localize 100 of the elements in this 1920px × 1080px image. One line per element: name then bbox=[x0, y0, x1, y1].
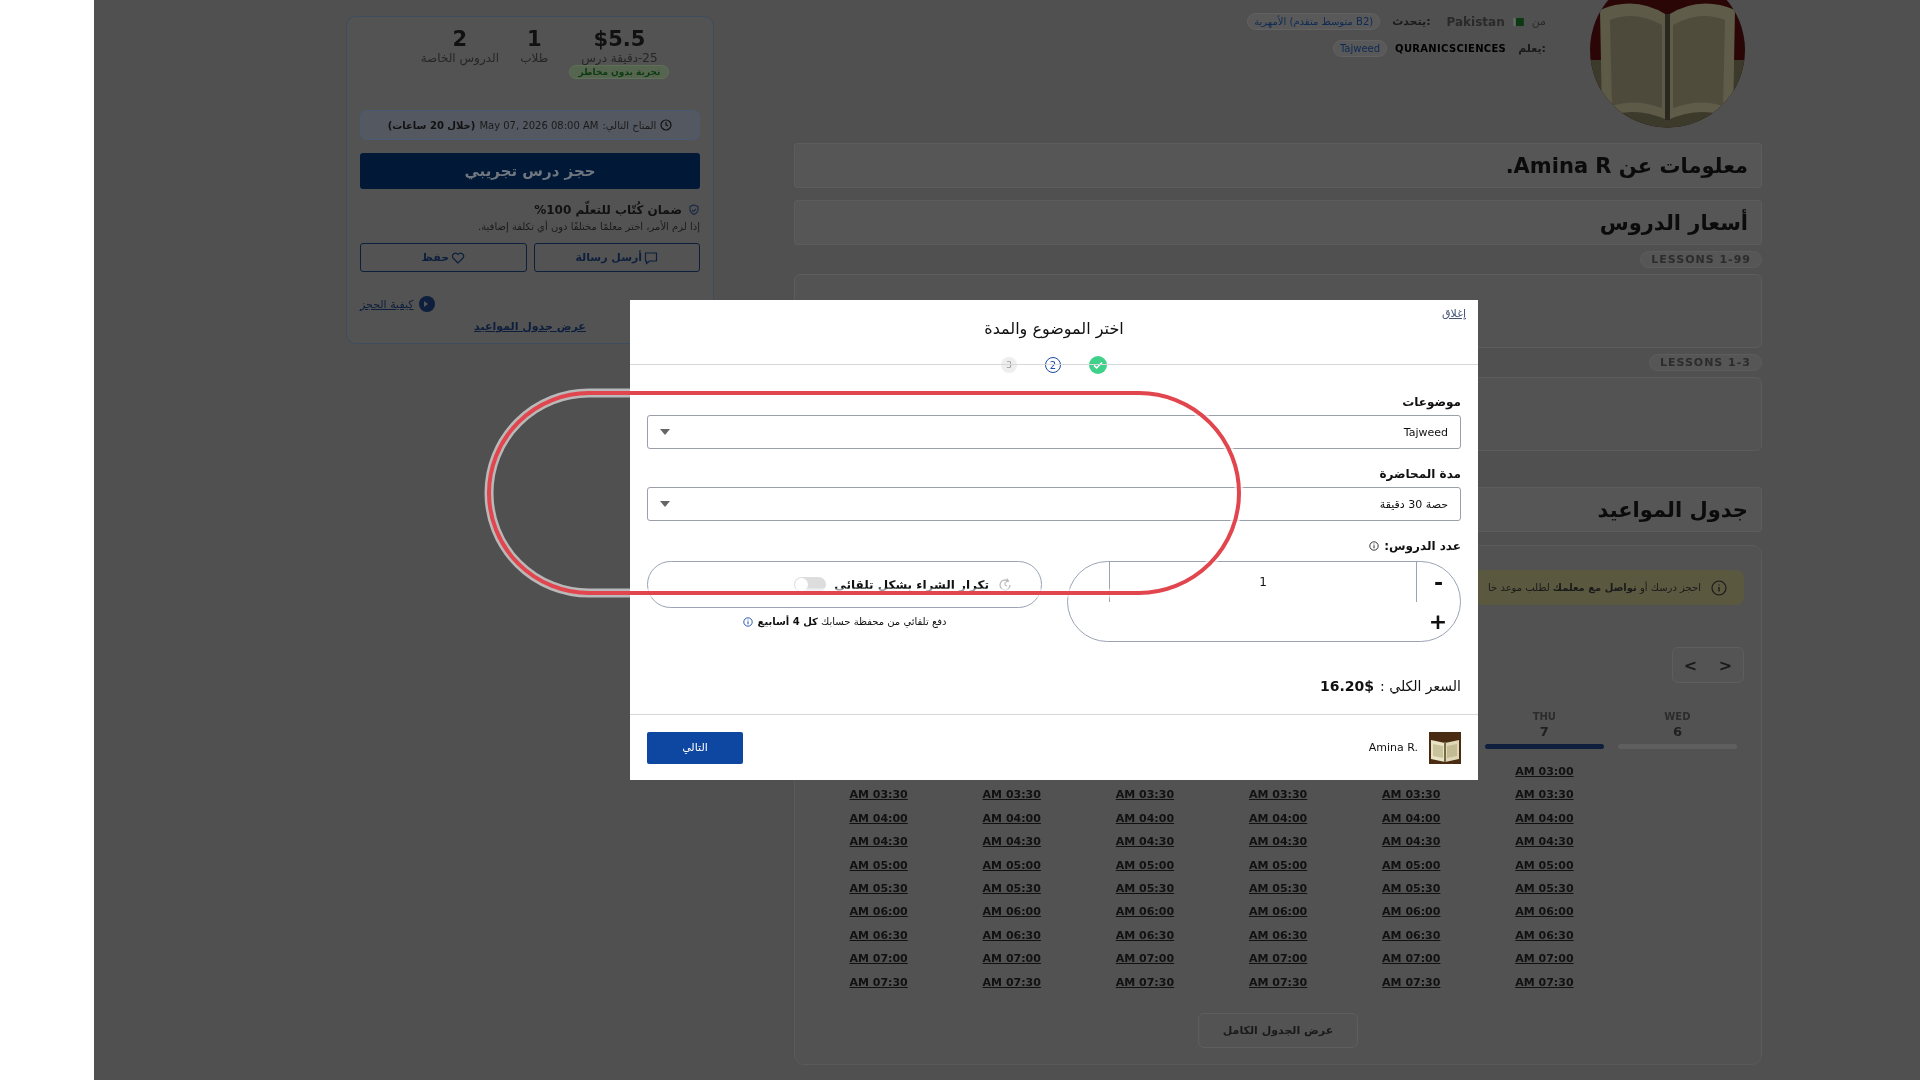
view-schedule-link[interactable]: عرض جدول المواعيد bbox=[474, 320, 586, 333]
time-slot-link[interactable]: AM 05:00 bbox=[982, 856, 1041, 875]
flag-icon bbox=[1512, 17, 1524, 26]
next-slot-time: May 07, 2026 08:00 AM bbox=[479, 119, 599, 131]
time-slot-link[interactable]: AM 06:00 bbox=[1515, 903, 1574, 922]
time-slot-link[interactable]: AM 05:30 bbox=[1248, 879, 1308, 899]
time-slot-link[interactable]: AM 04:30 bbox=[982, 833, 1041, 852]
time-slot-link[interactable]: AM 07:00 bbox=[982, 950, 1041, 969]
book-trial-button[interactable]: حجز درس تجريبي bbox=[360, 153, 700, 189]
time-slot-link[interactable]: AM 04:00 bbox=[1248, 809, 1308, 829]
time-slot-link[interactable]: AM 07:00 bbox=[1515, 950, 1574, 969]
time-slot-link[interactable]: AM 07:30 bbox=[849, 973, 908, 992]
language-tag: الأمهرية (متوسط متقدم B2) bbox=[1247, 13, 1381, 30]
time-slot-link[interactable]: AM 05:00 bbox=[849, 856, 908, 875]
duration-select[interactable]: حصة 30 دقيقة bbox=[647, 487, 1461, 521]
time-slot-link[interactable]: AM 05:30 bbox=[1382, 879, 1441, 899]
lesson-count-field[interactable]: 1 bbox=[1109, 562, 1416, 602]
stat-value: 1 bbox=[526, 27, 542, 51]
send-message-button[interactable]: أرسل رسالة bbox=[533, 243, 700, 272]
time-slot-link[interactable]: AM 06:00 bbox=[1382, 903, 1441, 922]
time-slot-link[interactable]: AM 06:00 bbox=[982, 903, 1041, 922]
time-slot-link[interactable]: AM 05:30 bbox=[1515, 879, 1574, 899]
time-slot-link[interactable]: AM 04:00 bbox=[982, 809, 1041, 829]
time-slot-link[interactable]: AM 03:00 bbox=[1515, 763, 1574, 782]
info-icon bbox=[1369, 541, 1380, 551]
time-slot-link[interactable]: AM 06:30 bbox=[1115, 926, 1175, 946]
time-slot-link[interactable]: AM 05:30 bbox=[982, 879, 1041, 899]
close-link[interactable]: إغلاق bbox=[1442, 307, 1466, 320]
time-slot-link[interactable]: AM 05:30 bbox=[1115, 879, 1175, 899]
time-slot-link[interactable]: AM 03:30 bbox=[849, 786, 908, 805]
time-slot-link[interactable]: AM 03:30 bbox=[1115, 786, 1175, 805]
info-icon bbox=[1711, 579, 1727, 596]
play-help-icon bbox=[418, 296, 435, 312]
time-slot-link[interactable]: AM 05:00 bbox=[1382, 856, 1441, 875]
week-nav-button[interactable]: > bbox=[1708, 648, 1743, 682]
time-slot-link[interactable]: AM 07:30 bbox=[1382, 973, 1441, 992]
time-slot-link[interactable]: AM 05:00 bbox=[1515, 856, 1574, 875]
time-slot-link[interactable]: AM 04:30 bbox=[1248, 833, 1308, 852]
time-slot-link[interactable]: AM 06:00 bbox=[1115, 903, 1175, 922]
time-slot-link[interactable]: AM 07:30 bbox=[1248, 973, 1308, 992]
time-slot-link[interactable]: AM 05:00 bbox=[1115, 856, 1175, 875]
time-slot-link[interactable]: AM 05:00 bbox=[1248, 856, 1308, 875]
caret-icon bbox=[660, 429, 670, 435]
time-slot-link[interactable]: AM 07:00 bbox=[1248, 950, 1308, 969]
time-slot-link[interactable]: AM 07:30 bbox=[982, 973, 1041, 992]
chat-icon bbox=[644, 250, 659, 265]
next-slot-relative: (خلال 20 ساعات) bbox=[387, 119, 476, 131]
repeat-icon bbox=[997, 576, 1013, 593]
time-slot-link[interactable]: AM 06:00 bbox=[1248, 903, 1308, 922]
week-nav-button[interactable]: < bbox=[1673, 648, 1708, 682]
time-slot-link[interactable]: AM 07:30 bbox=[1115, 973, 1175, 992]
increase-button[interactable]: + bbox=[1416, 602, 1460, 641]
time-slot-link[interactable]: AM 06:30 bbox=[849, 926, 908, 946]
time-slot-link[interactable]: AM 06:30 bbox=[1248, 926, 1308, 946]
stat-value: $5.5 bbox=[593, 27, 646, 51]
caret-icon bbox=[660, 501, 670, 507]
time-slot-link[interactable]: AM 03:30 bbox=[1515, 786, 1574, 805]
time-slot-link[interactable]: AM 04:30 bbox=[849, 833, 908, 852]
time-slot-link[interactable]: AM 03:30 bbox=[1382, 786, 1441, 805]
time-slot-link[interactable]: AM 04:30 bbox=[1115, 833, 1175, 852]
clock-icon bbox=[660, 119, 673, 132]
tutor-name: Amina R. bbox=[1368, 741, 1418, 754]
time-slot-link[interactable]: AM 07:00 bbox=[1115, 950, 1175, 969]
time-slot-link[interactable]: AM 04:00 bbox=[849, 809, 908, 829]
time-slot-link[interactable]: AM 06:30 bbox=[1382, 926, 1441, 946]
category-label: QURANICSCIENCES bbox=[1395, 43, 1507, 54]
how-to-book-link[interactable]: كيفية الحجز bbox=[360, 297, 414, 311]
time-slot-link[interactable]: AM 05:30 bbox=[849, 879, 908, 899]
time-slot-link[interactable]: AM 06:00 bbox=[849, 903, 908, 922]
time-slot-link[interactable]: AM 04:00 bbox=[1515, 809, 1574, 829]
step-done-icon bbox=[1089, 356, 1107, 374]
time-slot-link[interactable]: AM 03:30 bbox=[982, 786, 1041, 805]
heart-icon bbox=[451, 250, 466, 265]
time-slot-link[interactable]: AM 04:00 bbox=[1382, 809, 1441, 829]
save-button[interactable]: حفظ bbox=[360, 243, 527, 272]
auto-pay-note: دفع تلقائي من محفظة حسابك كل 4 أسابيع bbox=[757, 616, 947, 627]
time-slot-link[interactable]: AM 03:30 bbox=[1248, 786, 1308, 805]
time-slot-link[interactable]: AM 07:00 bbox=[849, 950, 908, 969]
lesson-count-label: عدد الدروس: bbox=[1384, 539, 1461, 553]
subject-tag: Tajweed bbox=[1332, 40, 1388, 57]
risk-free-badge: تجربة بدون مخاطر bbox=[569, 65, 670, 79]
subject-select[interactable]: Tajweed bbox=[647, 415, 1461, 449]
full-schedule-button[interactable]: عرض الجدول الكامل bbox=[1197, 1012, 1359, 1048]
time-slot-link[interactable]: AM 04:30 bbox=[1515, 833, 1574, 852]
duration-label: مدة المحاضرة bbox=[1378, 467, 1461, 481]
time-slot-link[interactable]: AM 07:30 bbox=[1515, 973, 1574, 992]
next-button[interactable]: التالي bbox=[647, 731, 743, 764]
time-slot-link[interactable]: AM 06:30 bbox=[982, 926, 1041, 946]
total-price: 16.20$ bbox=[1320, 678, 1375, 694]
time-slot-link[interactable]: AM 07:00 bbox=[1382, 950, 1441, 969]
decrease-button[interactable]: - bbox=[1416, 562, 1460, 602]
subjects-label: موضوعات bbox=[1401, 395, 1461, 409]
stat-value: 2 bbox=[452, 27, 468, 51]
time-slot-link[interactable]: AM 04:30 bbox=[1382, 833, 1441, 852]
time-slot-link[interactable]: AM 06:30 bbox=[1515, 926, 1574, 946]
about-title: معلومات عن Amina R. bbox=[1505, 153, 1748, 178]
notice-text: احجز درسك أو تواصل مع معلمك لطلب موعد خا bbox=[1487, 582, 1701, 593]
next-slot-label: المتاح التالي: bbox=[602, 119, 657, 131]
info-icon bbox=[742, 616, 753, 627]
time-slot-link[interactable]: AM 04:00 bbox=[1115, 809, 1175, 829]
